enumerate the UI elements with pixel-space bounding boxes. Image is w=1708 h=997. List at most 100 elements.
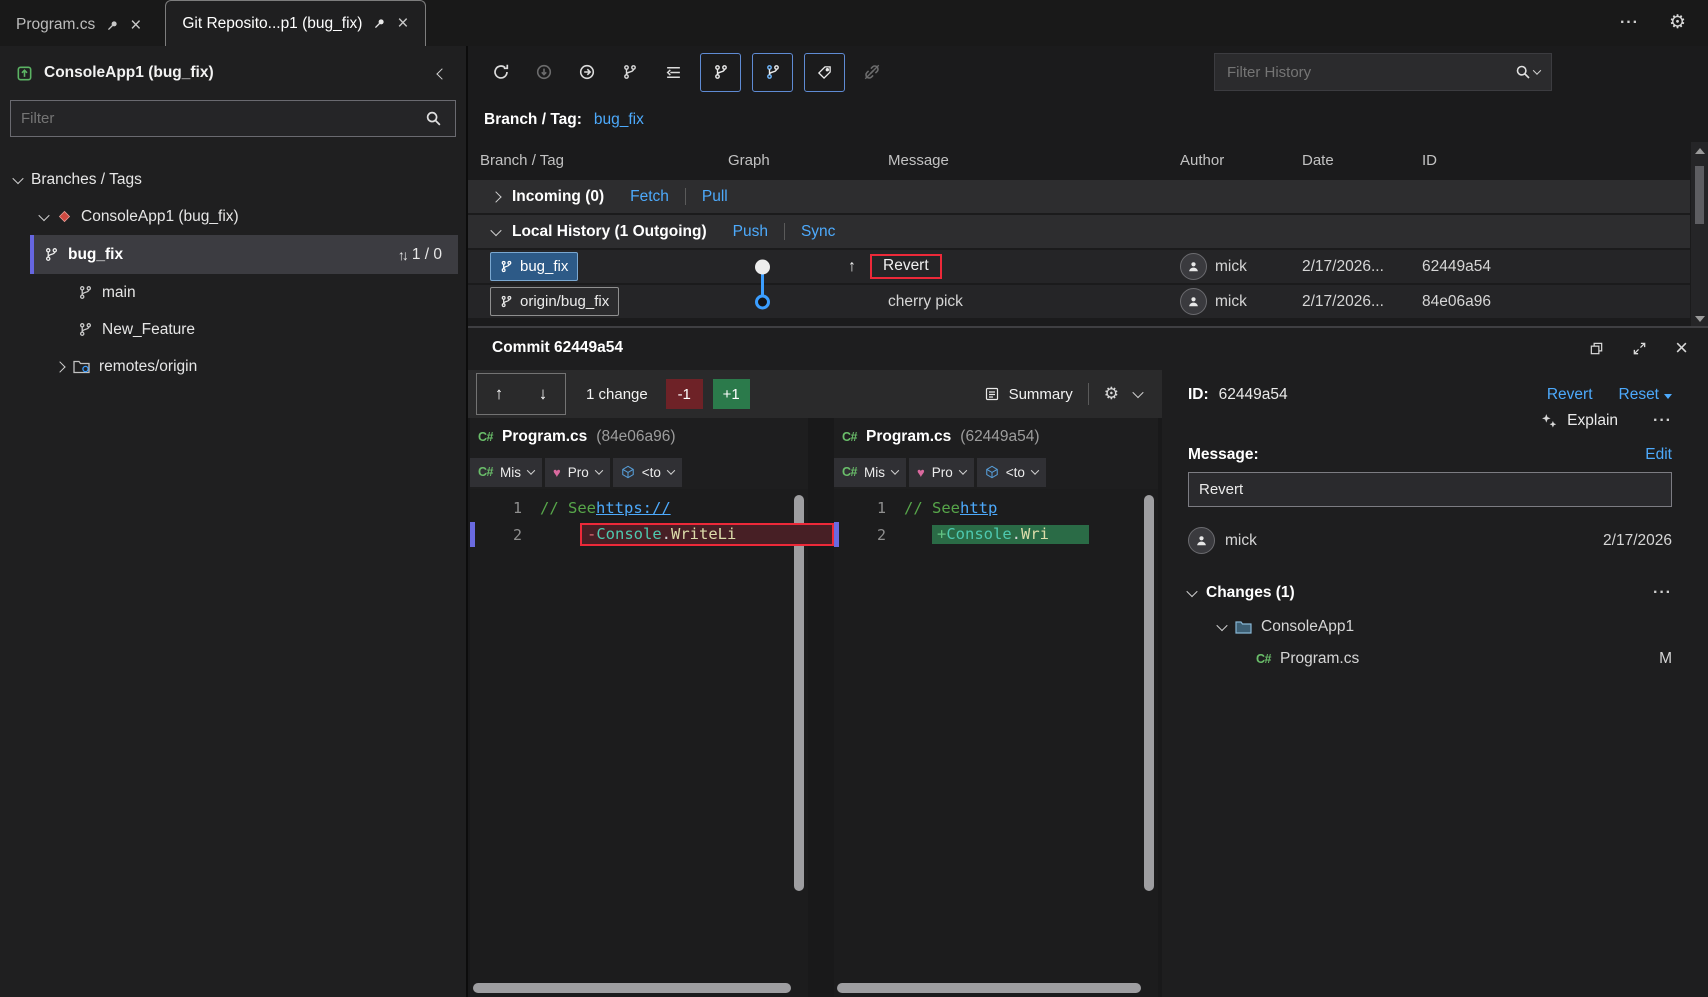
remote-folder-icon [73, 359, 90, 374]
breadcrumb-project[interactable]: C#Mis [834, 458, 906, 487]
cube-lock-icon [985, 465, 999, 479]
diff-pane-new: C# Program.cs (62449a54) C#Mis ♥Pro <to [834, 418, 1158, 997]
column-message[interactable]: Message [888, 152, 1180, 169]
commit-id: 62449a54 [1422, 258, 1690, 276]
reset-link[interactable]: Reset [1619, 386, 1673, 404]
local-history-section-row[interactable]: Local History (1 Outgoing) Push Sync [468, 215, 1690, 248]
tab-git-repository[interactable]: Git Reposito...p1 (bug_fix) × [165, 0, 425, 46]
incoming-section-row[interactable]: Incoming (0) Fetch Pull [468, 180, 1690, 213]
tab-program-cs[interactable]: Program.cs × [0, 4, 157, 46]
additions-badge: +1 [713, 379, 750, 409]
branch-tag-label: Branch / Tag: [484, 111, 582, 129]
search-icon[interactable] [411, 101, 455, 136]
changes-header[interactable]: Changes (1) [1206, 584, 1295, 602]
next-change-button[interactable]: ↓ [521, 384, 565, 404]
search-icon[interactable] [1503, 64, 1551, 80]
remote-branch-badge[interactable]: origin/bug_fix [490, 287, 619, 316]
change-navigation: ↑ ↓ [476, 373, 566, 415]
changes-file-node[interactable]: C# Program.cs M [1188, 650, 1672, 668]
tree-section-branches-tags[interactable]: Branches / Tags [0, 161, 466, 198]
previous-change-button[interactable]: ↑ [477, 384, 521, 404]
commit-details-panel: Commit 62449a54 × ↑ ↓ 1 change -1 [468, 326, 1708, 997]
reset-dropdown-caret-icon[interactable] [1664, 394, 1672, 399]
column-branch-tag[interactable]: Branch / Tag [468, 152, 728, 169]
history-filter-input[interactable] [1215, 64, 1503, 81]
branch-tag-row: Branch / Tag: bug_fix [468, 98, 644, 142]
breadcrumb-project[interactable]: C#Mis [470, 458, 542, 487]
close-tab-icon[interactable]: × [397, 14, 408, 33]
close-panel-icon[interactable]: × [1675, 337, 1688, 359]
folder-icon [1235, 620, 1252, 634]
more-options-icon[interactable]: ··· [1620, 14, 1639, 32]
changes-folder-node[interactable]: ConsoleApp1 [1188, 618, 1672, 636]
column-date[interactable]: Date [1302, 152, 1422, 169]
tree-branch-bug-fix[interactable]: bug_fix ↑↓ 1 / 0 [30, 235, 458, 274]
pin-icon[interactable] [373, 17, 386, 30]
pull-button[interactable] [570, 55, 604, 89]
pull-link[interactable]: Pull [702, 188, 728, 206]
edit-message-link[interactable]: Edit [1645, 446, 1672, 464]
branch-tag-value[interactable]: bug_fix [594, 111, 644, 129]
tree-remotes-origin[interactable]: remotes/origin [0, 348, 466, 385]
commit-row-84e06a96[interactable]: origin/bug_fix cherry pick mick 2/17/202… [468, 285, 1690, 318]
horizontal-scrollbar-thumb[interactable] [473, 983, 791, 993]
refresh-button[interactable] [484, 55, 518, 89]
breadcrumb-member[interactable]: <to [977, 458, 1046, 487]
commit-graph-node [755, 294, 770, 309]
collapse-pane-icon[interactable] [434, 61, 450, 86]
graph-layout-button[interactable] [656, 55, 690, 89]
repository-icon [16, 65, 33, 82]
breadcrumb-file[interactable]: ♥Pro [909, 458, 974, 487]
column-id[interactable]: ID [1422, 152, 1690, 169]
changes-more-icon[interactable]: ··· [1653, 584, 1672, 602]
tree-branch-new-feature[interactable]: New_Feature [0, 311, 466, 348]
summary-button[interactable]: Summary [984, 386, 1073, 403]
compare-commits-button[interactable] [752, 53, 793, 92]
commit-message: Revert [883, 257, 929, 275]
branch-filter-input[interactable] [11, 101, 411, 136]
restore-down-icon[interactable] [1589, 341, 1604, 356]
branch-picker-button[interactable] [613, 55, 647, 89]
scroll-down-arrow[interactable] [1695, 316, 1705, 322]
breadcrumb-file[interactable]: ♥Pro [545, 458, 610, 487]
new-tag-button[interactable] [804, 53, 845, 92]
cube-lock-icon [621, 465, 635, 479]
scrollbar-thumb[interactable] [1695, 166, 1704, 224]
new-branch-button[interactable] [700, 53, 741, 92]
explain-button[interactable]: Explain [1567, 412, 1618, 430]
breadcrumb-member[interactable]: <to [613, 458, 682, 487]
new-code-view[interactable]: 1 // See http 2 +Console.Wri [834, 489, 1158, 997]
commit-row-62449a54[interactable]: bug_fix ↑ Revert mick 2/17/2026... 62449… [468, 250, 1690, 283]
pin-icon[interactable] [106, 19, 119, 32]
close-tab-icon[interactable]: × [130, 16, 141, 35]
vertical-scrollbar-thumb[interactable] [1144, 495, 1154, 891]
history-scrollbar[interactable] [1691, 142, 1708, 328]
column-graph[interactable]: Graph [728, 142, 888, 178]
horizontal-scrollbar-thumb[interactable] [837, 983, 1141, 993]
commit-message: cherry pick [888, 293, 1180, 311]
settings-gear-icon[interactable]: ⚙ [1669, 11, 1686, 34]
git-branch-icon [44, 247, 59, 262]
git-branch-icon [78, 285, 93, 300]
commit-message-input[interactable] [1188, 472, 1672, 507]
program-class-icon: ♥ [917, 465, 925, 480]
tree-branch-main[interactable]: main [0, 274, 466, 311]
revert-link[interactable]: Revert [1547, 386, 1593, 404]
vertical-scrollbar-thumb[interactable] [794, 495, 804, 891]
old-code-view[interactable]: 1 // See https:// 2 -Console.WriteLi [470, 489, 808, 997]
branch-badge[interactable]: bug_fix [490, 252, 578, 281]
sync-link[interactable]: Sync [801, 223, 835, 241]
tab-label: Program.cs [16, 16, 95, 34]
expand-icon[interactable] [1632, 341, 1647, 356]
author-avatar [1180, 288, 1207, 315]
tree-repo-node[interactable]: ConsoleApp1 (bug_fix) [0, 198, 466, 235]
column-author[interactable]: Author [1180, 152, 1302, 169]
diff-pane-old: C# Program.cs (84e06a96) C#Mis ♥Pro <to [470, 418, 808, 997]
fetch-link[interactable]: Fetch [630, 188, 669, 206]
more-actions-icon[interactable]: ··· [1653, 412, 1672, 430]
diff-options-chevron-icon[interactable] [1132, 387, 1143, 398]
scroll-up-arrow[interactable] [1695, 148, 1705, 154]
fetch-button[interactable] [527, 55, 561, 89]
diff-settings-gear-icon[interactable]: ⚙ [1104, 384, 1119, 404]
push-link[interactable]: Push [733, 223, 768, 241]
